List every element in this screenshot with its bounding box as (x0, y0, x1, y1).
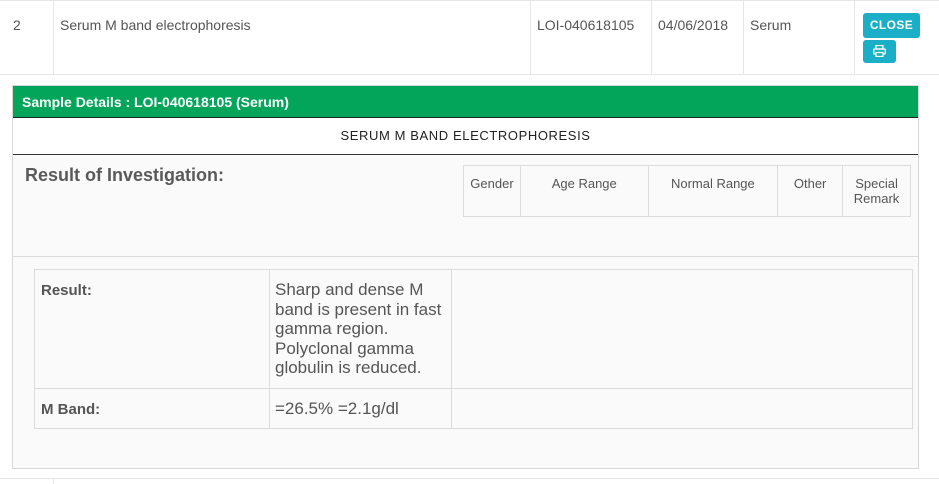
mband-value: =26.5% =2.1g/dl (269, 388, 452, 429)
reference-header-row: Gender Age Range Normal Range Other Spec… (463, 165, 911, 217)
mband-extra (451, 388, 913, 429)
table-row: M Band: =26.5% =2.1g/dl (34, 388, 913, 429)
sample-details-panel: Sample Details : LOI-040618105 (Serum) S… (12, 85, 919, 469)
col-normal-range: Normal Range (647, 165, 779, 217)
col-gender: Gender (463, 165, 521, 217)
result-value: Sharp and dense M band is present in fas… (269, 269, 452, 389)
test-title: SERUM M BAND ELECTROPHORESIS (13, 118, 918, 155)
order-test-name: Serum M band electrophoresis (53, 1, 530, 75)
col-other: Other (777, 165, 844, 217)
order-sample-type: Serum (743, 1, 854, 75)
close-button[interactable]: CLOSE (863, 13, 920, 38)
print-icon (873, 45, 886, 57)
next-row-edge (0, 478, 939, 484)
order-actions: CLOSE (854, 1, 939, 75)
order-date: 04/06/2018 (651, 1, 743, 75)
sample-details-header: Sample Details : LOI-040618105 (Serum) (13, 86, 918, 118)
investigation-label: Result of Investigation: (25, 165, 225, 185)
investigation-section: Result of Investigation: Gender Age Rang… (13, 155, 918, 257)
results-table: Result: Sharp and dense M band is presen… (34, 269, 913, 429)
mband-label: M Band: (34, 388, 270, 429)
divider (53, 479, 54, 484)
order-row: 2 Serum M band electrophoresis LOI-04061… (0, 0, 939, 75)
col-special-remark: Special Remark (842, 165, 911, 217)
results-section: Result: Sharp and dense M band is presen… (13, 257, 918, 469)
result-extra (451, 269, 913, 389)
order-number: 2 (13, 17, 21, 33)
col-age-range: Age Range (519, 165, 649, 217)
order-reference: LOI-040618105 (530, 1, 651, 75)
print-button[interactable] (863, 40, 896, 63)
reference-range-table: Gender Age Range Normal Range Other Spec… (463, 165, 911, 217)
table-row: Result: Sharp and dense M band is presen… (34, 269, 913, 389)
result-label: Result: (34, 269, 270, 389)
